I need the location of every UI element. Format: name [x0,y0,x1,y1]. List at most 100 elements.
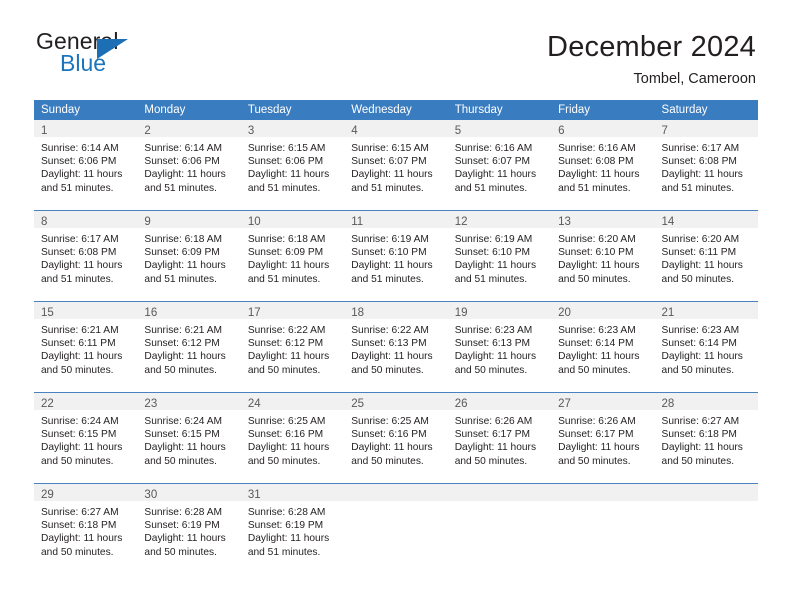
day-cell[interactable]: 22 Sunrise: 6:24 AM Sunset: 6:15 PM Dayligh… [34,393,138,483]
sunrise-text: Sunrise: 6:15 AM [351,143,429,154]
daylight-text-line1: Daylight: 11 hours [247,533,330,545]
day-cell[interactable]: 3 Sunrise: 6:15 AM Sunset: 6:06 PM Daylight… [240,120,345,210]
day-details: Sunrise: 6:19 AM Sunset: 6:10 PM Daylight:… [344,228,447,286]
day-cell[interactable]: 28 Sunrise: 6:27 AM Sunset: 6:18 PM Dayligh… [654,393,758,483]
sunrise-text: Sunrise: 6:19 AM [454,234,533,245]
daylight-text-line1: Daylight: 11 hours [247,169,330,181]
daylight-text-line1: Daylight: 11 hours [351,169,433,181]
sunrise-text: Sunrise: 6:26 AM [558,416,636,427]
day-cell[interactable]: 6 Sunrise: 6:16 AM Sunset: 6:08 PM Daylight… [551,120,655,210]
day-cell[interactable]: 12 Sunrise: 6:19 AM Sunset: 6:10 PM Dayligh… [447,211,552,301]
sunset-text: Sunset: 6:10 PM [558,247,634,259]
daylight-text-line1: Daylight: 11 hours [41,351,123,363]
day-cell[interactable]: 30 Sunrise: 6:28 AM Sunset: 6:19 PM Dayligh… [137,484,241,574]
day-details: Sunrise: 6:21 AM Sunset: 6:12 PM Daylight:… [137,319,240,377]
day-number-band: 11 [344,211,448,228]
sunrise-text: Sunrise: 6:23 AM [661,325,740,336]
daylight-text-line1: Daylight: 11 hours [558,351,640,363]
daylight-text-line1: Daylight: 11 hours [558,169,640,181]
sunrise-text: Sunrise: 6:28 AM [247,507,326,518]
day-details: Sunrise: 6:16 AM Sunset: 6:08 PM Daylight:… [551,137,654,195]
day-number-band: 21 [654,302,758,319]
daylight-text-line1: Daylight: 11 hours [558,442,640,454]
day-number-band: 22 [34,393,138,410]
day-cell[interactable]: 18 Sunrise: 6:22 AM Sunset: 6:13 PM Dayligh… [344,302,448,392]
sunset-text: Sunset: 6:17 PM [558,429,634,441]
sunrise-text: Sunrise: 6:25 AM [247,416,326,427]
day-cell[interactable]: 13 Sunrise: 6:20 AM Sunset: 6:10 PM Dayligh… [551,211,655,301]
sunset-text: Sunset: 6:06 PM [247,156,324,168]
weekday-header-tuesday: Tuesday [247,104,292,116]
day-cell[interactable]: 19 Sunrise: 6:23 AM Sunset: 6:13 PM Dayligh… [447,302,552,392]
day-number-band: 27 [551,393,655,410]
day-cell[interactable]: 16 Sunrise: 6:21 AM Sunset: 6:12 PM Dayligh… [137,302,241,392]
day-number: 13 [558,216,571,228]
day-number-band: 2 [137,120,241,137]
day-details: Sunrise: 6:24 AM Sunset: 6:15 PM Daylight:… [137,410,240,468]
day-details [344,501,447,506]
day-number-band: 16 [137,302,241,319]
daylight-text-line2: and 50 minutes. [454,455,528,467]
day-number: 2 [144,125,151,137]
day-cell[interactable]: 15 Sunrise: 6:21 AM Sunset: 6:11 PM Dayligh… [34,302,138,392]
day-cell[interactable]: 8 Sunrise: 6:17 AM Sunset: 6:08 PM Daylight… [34,211,138,301]
day-number-band: 15 [34,302,138,319]
sunset-text: Sunset: 6:06 PM [41,156,117,168]
day-cell[interactable]: 9 Sunrise: 6:18 AM Sunset: 6:09 PM Daylight… [137,211,241,301]
day-cell[interactable]: 14 Sunrise: 6:20 AM Sunset: 6:11 PM Dayligh… [654,211,758,301]
day-cell[interactable]: 2 Sunrise: 6:14 AM Sunset: 6:06 PM Daylight… [137,120,241,210]
day-cell[interactable]: 23 Sunrise: 6:24 AM Sunset: 6:15 PM Dayligh… [137,393,241,483]
day-number-band: 31 [240,484,345,501]
day-number-band [447,484,552,501]
day-number-band: 7 [654,120,758,137]
daylight-text-line1: Daylight: 11 hours [41,260,123,272]
weekday-header-sunday: Sunday [41,104,81,116]
day-cell[interactable]: 4 Sunrise: 6:15 AM Sunset: 6:07 PM Daylight… [344,120,448,210]
day-cell[interactable]: 25 Sunrise: 6:25 AM Sunset: 6:16 PM Dayligh… [344,393,448,483]
day-details: Sunrise: 6:16 AM Sunset: 6:07 PM Daylight:… [448,137,551,195]
daylight-text-line1: Daylight: 11 hours [144,442,226,454]
daylight-text-line1: Daylight: 11 hours [454,442,537,454]
daylight-text-line2: and 50 minutes. [247,455,321,467]
day-number: 10 [247,216,261,228]
day-cell[interactable]: 1 Sunrise: 6:14 AM Sunset: 6:06 PM Daylight… [34,120,138,210]
day-cell[interactable]: 31 Sunrise: 6:28 AM Sunset: 6:19 PM Dayligh… [240,484,345,574]
day-number: 7 [661,125,668,137]
day-number-band [344,484,448,501]
day-cell[interactable]: 11 Sunrise: 6:19 AM Sunset: 6:10 PM Dayligh… [344,211,448,301]
day-cell[interactable]: 17 Sunrise: 6:22 AM Sunset: 6:12 PM Dayligh… [240,302,345,392]
sunset-text: Sunset: 6:07 PM [351,156,427,168]
day-cell[interactable]: 20 Sunrise: 6:23 AM Sunset: 6:14 PM Dayligh… [551,302,655,392]
day-number-band [654,484,758,501]
daylight-text-line1: Daylight: 11 hours [144,169,226,181]
sunrise-text: Sunrise: 6:21 AM [144,325,223,336]
sunset-text: Sunset: 6:08 PM [661,156,737,168]
sunset-text: Sunset: 6:10 PM [351,247,427,259]
day-details [551,501,654,506]
daylight-text-line2: and 50 minutes. [558,273,631,285]
general-blue-logo[interactable]: General Blue [36,28,196,84]
day-cell[interactable]: 10 Sunrise: 6:18 AM Sunset: 6:09 PM Dayligh… [240,211,345,301]
sunrise-text: Sunrise: 6:25 AM [351,416,429,427]
day-number: 21 [661,307,675,319]
sunrise-text: Sunrise: 6:18 AM [247,234,326,245]
day-cell[interactable]: 24 Sunrise: 6:25 AM Sunset: 6:16 PM Dayligh… [240,393,345,483]
daylight-text-line1: Daylight: 11 hours [454,169,537,181]
sunset-text: Sunset: 6:07 PM [454,156,531,168]
day-details: Sunrise: 6:27 AM Sunset: 6:18 PM Daylight:… [34,501,137,559]
day-cell[interactable]: 7 Sunrise: 6:17 AM Sunset: 6:08 PM Daylight… [654,120,758,210]
week-row: 1 Sunrise: 6:14 AM Sunset: 6:06 PM Daylight… [34,120,758,210]
day-details: Sunrise: 6:23 AM Sunset: 6:14 PM Daylight:… [551,319,654,377]
day-cell[interactable]: 29 Sunrise: 6:27 AM Sunset: 6:18 PM Dayligh… [34,484,138,574]
day-number: 23 [144,398,158,410]
day-cell[interactable]: 21 Sunrise: 6:23 AM Sunset: 6:14 PM Dayligh… [654,302,758,392]
day-number-band: 14 [654,211,758,228]
day-cell[interactable]: 27 Sunrise: 6:26 AM Sunset: 6:17 PM Dayligh… [551,393,655,483]
sunrise-text: Sunrise: 6:27 AM [661,416,740,427]
daylight-text-line1: Daylight: 11 hours [351,442,433,454]
day-cell[interactable]: 26 Sunrise: 6:26 AM Sunset: 6:17 PM Dayligh… [447,393,552,483]
day-cell[interactable]: 5 Sunrise: 6:16 AM Sunset: 6:07 PM Daylight… [447,120,552,210]
weekday-header-saturday: Saturday [661,104,708,116]
day-details: Sunrise: 6:20 AM Sunset: 6:10 PM Daylight:… [551,228,654,286]
day-details: Sunrise: 6:25 AM Sunset: 6:16 PM Daylight:… [344,410,447,468]
